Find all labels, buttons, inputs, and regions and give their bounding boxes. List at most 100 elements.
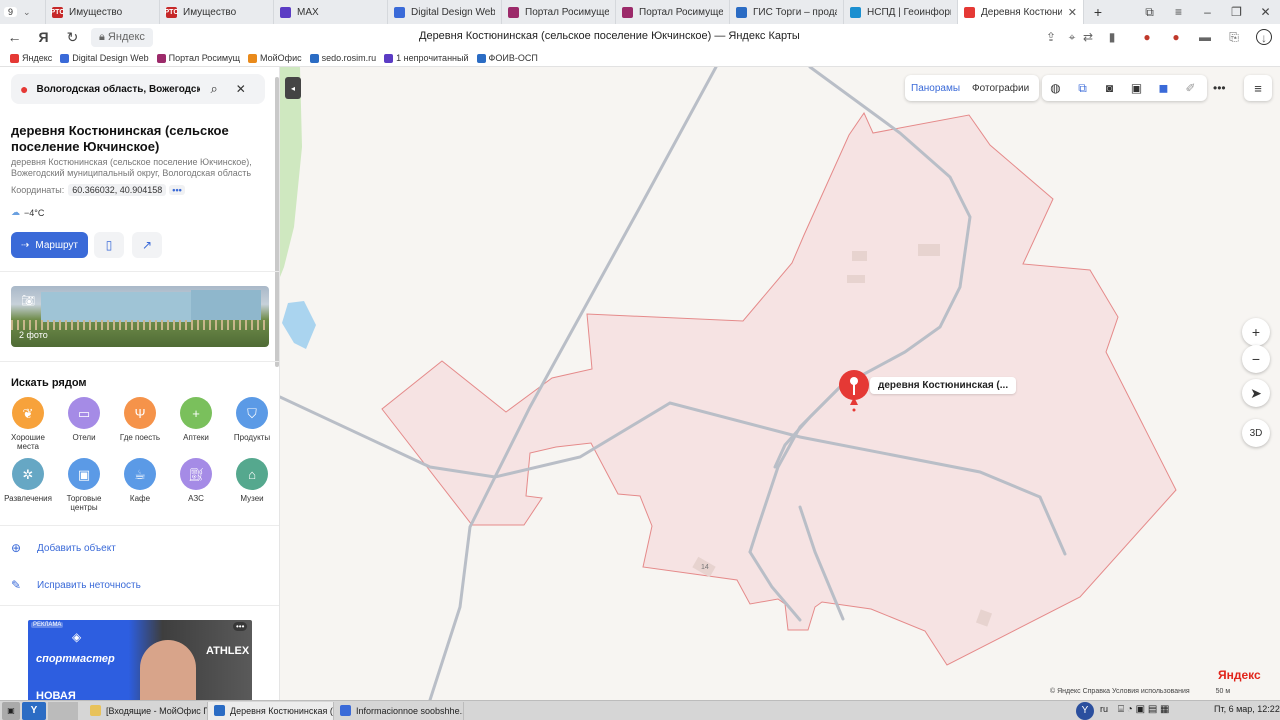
page-title[interactable]: Деревня Костюнинская (сельское поселение… xyxy=(419,30,800,42)
nearby-category[interactable]: ✲ Развлечения xyxy=(0,458,56,503)
yandex-home-icon[interactable]: Я xyxy=(29,29,58,45)
nearby-category[interactable]: ▭ Отели xyxy=(56,397,112,442)
nearby-category[interactable]: ▣ Торговые центры xyxy=(56,458,112,512)
tray-icons[interactable]: ⌸ ◔ ▣ ▤ ▦ xyxy=(1118,704,1170,715)
browser-tab[interactable]: Портал Росимущест xyxy=(502,0,616,24)
bookmark-item[interactable]: Портал Росимущ xyxy=(156,53,240,63)
map-svg xyxy=(280,67,1177,700)
taskbar-item[interactable]: Деревня Костюнинская (... xyxy=(208,701,334,720)
save-bookmark-button[interactable]: ▯ xyxy=(94,232,124,258)
bookmark-icon[interactable]: ▮ xyxy=(1104,29,1120,45)
share-button[interactable]: ↗ xyxy=(132,232,162,258)
bookmark-item[interactable]: sedo.rosim.ru xyxy=(309,53,376,63)
menu-icon[interactable]: ≡ xyxy=(1164,5,1193,20)
layer-scheme-icon[interactable]: ◍ xyxy=(1042,81,1069,95)
language-indicator[interactable]: ru xyxy=(1100,704,1108,714)
nearby-category[interactable]: ☕︎ Кафе xyxy=(112,458,168,503)
browser-tab[interactable]: Digital Design Web C xyxy=(388,0,502,24)
close-tab-icon[interactable]: ✕ xyxy=(1062,6,1077,19)
restore-icon[interactable]: ❐ xyxy=(1222,5,1251,20)
address-bar: ← Я ↻ 🔒︎ Яндекс Деревня Костюнинская (се… xyxy=(0,24,1280,50)
more-icon[interactable]: ••• xyxy=(1213,81,1226,95)
sportmaster-logo-icon: ◈ xyxy=(72,630,82,644)
map-menu-button[interactable]: ≡ xyxy=(1244,75,1272,101)
back-icon[interactable]: ← xyxy=(0,29,29,45)
place-photo[interactable]: 📷︎ 2 фото xyxy=(11,286,269,347)
translate-icon[interactable]: ⇄ xyxy=(1080,29,1096,45)
nearby-category[interactable]: ⛉ Продукты xyxy=(224,397,279,442)
map-pin-label[interactable]: деревня Костюнинская (... xyxy=(870,377,1017,394)
share-icon[interactable]: ⇪ xyxy=(1043,29,1059,45)
nearby-category[interactable]: ⌂ Музеи xyxy=(224,458,279,503)
minimize-icon[interactable]: – xyxy=(1193,5,1222,20)
tab-favicon-icon xyxy=(508,6,519,18)
nearby-category[interactable]: ⛽︎ АЗС xyxy=(168,458,224,503)
zoom-in-button[interactable]: + xyxy=(1242,318,1270,346)
search-input[interactable] xyxy=(36,83,201,95)
extension-icon[interactable]: ● xyxy=(1168,29,1184,45)
new-tab-icon[interactable]: + xyxy=(1084,0,1112,24)
browser-tab[interactable]: НСПД | Геоинформа xyxy=(844,0,958,24)
browser-tab[interactable]: MAX xyxy=(274,0,388,24)
search-icon[interactable]: ⌕ xyxy=(210,81,217,97)
search-box[interactable]: ● ⌕ ✕ xyxy=(11,74,265,104)
add-object-button[interactable]: ⊕ Добавить объект xyxy=(11,541,116,555)
bookmark-item[interactable]: Яндекс xyxy=(10,53,52,63)
sidebar-scrollbar[interactable] xyxy=(275,77,279,367)
3d-button[interactable]: 3D xyxy=(1242,419,1270,447)
bookmark-item[interactable]: Digital Design Web xyxy=(60,53,149,63)
extension-icon[interactable]: ⎘ xyxy=(1226,29,1242,45)
ad-banner[interactable]: РЕКЛАМА ◈ спортмастер ATHLEX НОВАЯ ••• xyxy=(28,620,252,700)
photos-button[interactable]: Фотографии xyxy=(966,83,1035,94)
location-icon[interactable]: ⌖ xyxy=(1064,29,1080,45)
camera-icon[interactable]: ◙ xyxy=(1096,81,1123,95)
collapse-sidebar-button[interactable]: ◂ xyxy=(285,77,301,99)
ad-brand: спортмастер xyxy=(36,653,115,665)
map-canvas[interactable]: деревня Костюнинская (... 14 Панорамы Фо… xyxy=(280,67,1280,700)
close-icon[interactable]: ✕ xyxy=(236,82,246,96)
extension-icon[interactable]: ● xyxy=(1139,29,1155,45)
taskbar-item[interactable]: Informacionnoe soobshhe... xyxy=(334,701,464,720)
ruler-icon[interactable]: ✐ xyxy=(1177,81,1204,95)
coordinates-more-button[interactable]: ••• xyxy=(169,185,185,195)
bookmark-icon: ▯ xyxy=(105,238,113,252)
layer-map-icon[interactable]: ⧉ xyxy=(1069,81,1096,96)
ad-more-icon[interactable]: ••• xyxy=(233,622,248,631)
bookmark-item[interactable]: ФОИВ-ОСП xyxy=(476,53,538,63)
panoramas-button[interactable]: Панорамы xyxy=(905,83,966,94)
reload-icon[interactable]: ↻ xyxy=(58,29,87,46)
desktop-button[interactable] xyxy=(48,701,78,720)
clock[interactable]: Пт, 6 мар, 12:22 xyxy=(1214,704,1280,714)
browser-tab[interactable]: РТС Имущество xyxy=(46,0,160,24)
address-site[interactable]: 🔒︎ Яндекс xyxy=(91,27,153,47)
yandex-logo[interactable]: Яндекс xyxy=(1218,668,1261,682)
coordinates-value[interactable]: 60.366032, 40.904158 xyxy=(68,184,167,196)
map-footer-links[interactable]: © Яндекс Справка Условия использования xyxy=(1050,688,1190,695)
nearby-category[interactable]: + Аптеки xyxy=(168,397,224,442)
browser-tab[interactable]: РТС Имущество xyxy=(160,0,274,24)
browser-tab[interactable]: Деревня Костюни ✕ xyxy=(958,0,1084,24)
close-icon[interactable]: ✕ xyxy=(1251,5,1280,20)
nearby-category[interactable]: Ψ Где поесть xyxy=(112,397,168,442)
yandex-browser-icon[interactable]: Y xyxy=(22,701,46,720)
category-label: Продукты xyxy=(233,433,271,442)
bookmark-item[interactable]: МойОфис xyxy=(248,53,302,63)
taskbar-item[interactable]: [Входящие - МойОфис П... xyxy=(84,701,208,720)
route-button[interactable]: ⇢ Маршрут xyxy=(11,232,88,258)
my-location-button[interactable]: ➤ xyxy=(1242,379,1270,407)
bus-icon[interactable]: ▣ xyxy=(1123,81,1150,95)
browser-tab[interactable]: Портал Росимущест xyxy=(616,0,730,24)
bookmark-item[interactable]: 1 непрочитанный xyxy=(384,53,469,63)
yandex-tray-icon[interactable]: Y xyxy=(1076,702,1094,720)
zoom-out-button[interactable]: − xyxy=(1242,345,1270,373)
tab-counter[interactable]: 9 ⌄ xyxy=(0,0,46,24)
start-menu-icon[interactable]: ▣ xyxy=(2,701,20,720)
browser-tab[interactable]: ГИС Торги – продаж xyxy=(730,0,844,24)
divider xyxy=(0,605,279,606)
extension-icon[interactable]: ▬ xyxy=(1197,29,1213,45)
nearby-category[interactable]: ❦ Хорошие места xyxy=(0,397,56,451)
layers-icon[interactable]: ◼ xyxy=(1150,81,1177,95)
download-icon[interactable]: ↓ xyxy=(1256,29,1272,45)
fix-error-button[interactable]: ✎ Исправить неточность xyxy=(11,578,141,592)
tab-manager-icon[interactable]: ⧉ xyxy=(1135,5,1164,20)
